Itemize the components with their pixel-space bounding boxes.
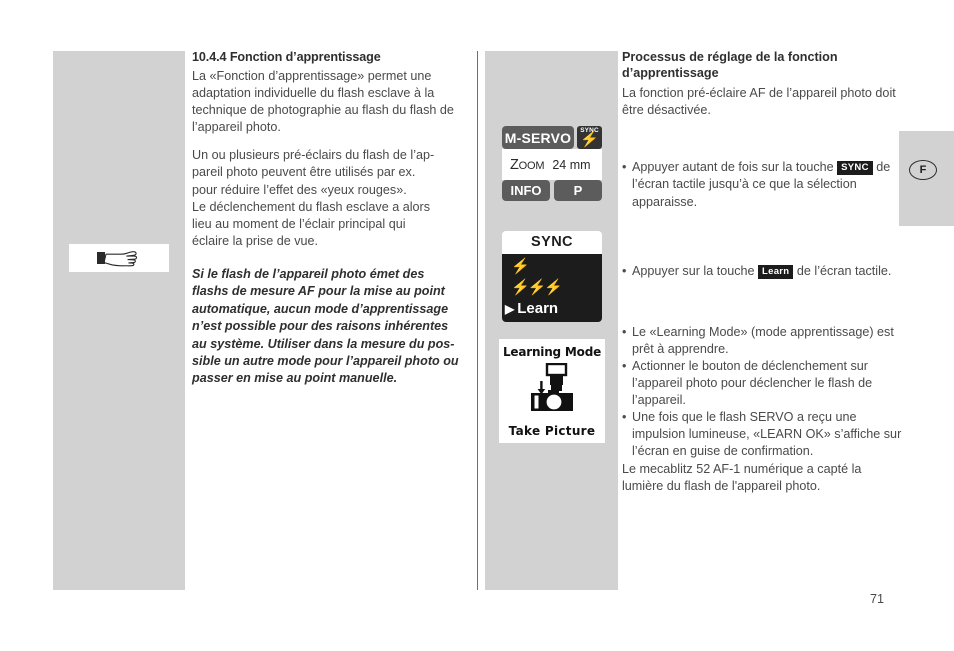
column-one-text: 10.4.4 Fonction d’apprentissage La «Fonc… (192, 50, 460, 399)
step-sync-prefix: Appuyer autant de fois sur la touche (632, 160, 838, 175)
page-number: 71 (870, 592, 885, 606)
spacer-three (622, 280, 904, 324)
procedure-heading: Processus de réglage de la fonction d’ap… (622, 50, 838, 80)
sync-badge-icon: SYNC (837, 161, 873, 176)
step-bullet-ready: Le «Learning Mode» (mode apprentissage) … (622, 324, 904, 358)
step-bullet-sync: Appuyer autant de fois sur la touche SYN… (622, 159, 904, 210)
device-display-sync-menu: SYNC ⚡ ⚡⚡⚡ ▶ Learn (502, 231, 602, 322)
sync-menu-item-single-flash[interactable]: ⚡ (502, 256, 602, 277)
info-button[interactable]: INFO (502, 180, 550, 201)
selection-caret-icon: ▶ (505, 301, 515, 316)
pointing-hand-note-marker (69, 244, 169, 272)
sync-menu-item-learn[interactable]: ▶ Learn (502, 298, 602, 319)
zoom-label: ZOOM (510, 156, 545, 173)
sync-menu-item-learn-label: Learn (517, 300, 559, 317)
pointing-hand-icon (96, 249, 142, 268)
sync-menu-header: SYNC (502, 231, 602, 254)
step-bullet-learn: Appuyer sur la touche Learn de l’écran t… (622, 263, 904, 280)
camera-with-flash-icon (521, 362, 583, 420)
multi-flash-icon: ⚡⚡⚡ (511, 279, 563, 296)
flash-bolt-icon: ⚡ (580, 131, 599, 148)
column-divider (477, 51, 479, 590)
display-bottom-row: INFO P (502, 180, 602, 201)
column-two-text: Processus de réglage de la fonction d’ap… (622, 50, 904, 495)
device-display-status: M-SERVO SYNC ⚡ ZOOM 24 mm INFO P (502, 126, 602, 201)
flash-bolt-icon: ⚡ (511, 258, 530, 275)
paragraph-intro: La «Fonction d’apprentissage» permet une… (192, 69, 454, 135)
procedure-intro: La fonction pré-éclaire AF de l’appareil… (622, 86, 896, 118)
program-button[interactable]: P (554, 180, 602, 201)
spacer-two (622, 211, 904, 263)
step-learn-suffix: de l’écran tactile. (793, 263, 892, 278)
step-bullet-shutter: Actionner le bouton de déclenchement sur… (622, 358, 904, 409)
mode-pill-mservo[interactable]: M-SERVO (502, 126, 574, 149)
sync-menu-list: ⚡ ⚡⚡⚡ ▶ Learn (502, 254, 602, 322)
zoom-readout-row: ZOOM 24 mm (502, 149, 602, 180)
learn-badge-icon: Learn (758, 264, 794, 279)
learning-mode-footer: Take Picture (508, 424, 596, 438)
sync-menu-item-multi-flash[interactable]: ⚡⚡⚡ (502, 277, 602, 298)
language-tab-label: F (919, 163, 927, 176)
step-learn-prefix: Appuyer sur la touche (632, 263, 759, 278)
language-tab-marker: F (909, 160, 937, 180)
step-bullet-shutter-continued: Une fois que le flash SERVO a reçu une i… (622, 409, 904, 460)
zoom-value: 24 mm (552, 157, 591, 172)
section-heading: 10.4.4 Fonction d’apprentissage (192, 50, 381, 64)
step-shutter-continued-text: Une fois que le flash SERVO a reçu une i… (632, 410, 902, 459)
paragraph-preflash: Un ou plusieurs pré-éclairs du flash de … (192, 148, 435, 248)
left-sidebar-panel (53, 51, 185, 590)
emphasis-note: Si le flash de l’appareil photo émet des… (192, 266, 459, 386)
learning-mode-title: Learning Mode (502, 345, 602, 359)
device-display-learning-mode: Learning Mode Take Picture (499, 339, 605, 443)
display-top-row: M-SERVO SYNC ⚡ (502, 126, 602, 149)
closing-paragraph: Le mecablitz 52 AF-1 numérique a capté l… (622, 461, 862, 493)
sync-tile[interactable]: SYNC ⚡ (577, 126, 602, 149)
spacer-one (622, 119, 904, 159)
